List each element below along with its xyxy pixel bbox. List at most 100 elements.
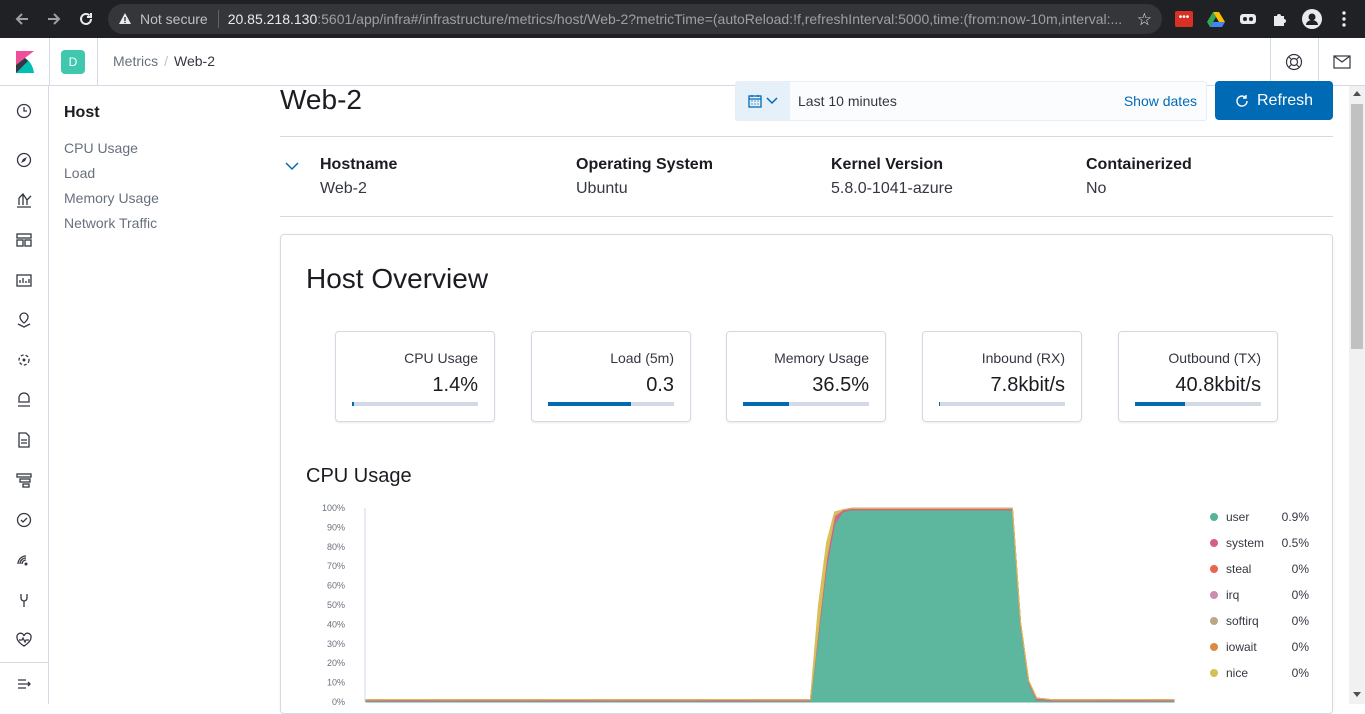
area-series-irq <box>365 507 1175 701</box>
cpu-usage-chart: 100% 90% 80% 70% 60% 50% 40% 30% 20% 10% 0% <box>322 503 1175 707</box>
kibana-logo-icon[interactable] <box>0 38 49 86</box>
stat-bar-track <box>939 402 1065 406</box>
legend-dot <box>1210 513 1218 521</box>
ml-icon[interactable] <box>14 350 34 370</box>
address-bar[interactable]: Not secure 20.85.218.130:5601/app/infra#… <box>108 4 1162 34</box>
scroll-down-arrow[interactable] <box>1353 692 1361 697</box>
stat-bar-fill <box>743 402 789 406</box>
collapse-menu-icon[interactable] <box>14 674 34 694</box>
stat-card-inbound: Inbound (RX) 7.8kbit/s <box>922 331 1082 422</box>
extensions-puzzle-icon[interactable] <box>1269 8 1291 30</box>
legend-label: steal <box>1226 562 1252 576</box>
stat-card-outbound: Outbound (TX) 40.8kbit/s <box>1118 331 1278 422</box>
dashboard-icon[interactable] <box>14 230 34 250</box>
extension-mask-icon[interactable] <box>1237 8 1259 30</box>
extension-red-icon[interactable]: ••• <box>1173 8 1195 30</box>
security-label: Not secure <box>140 11 208 27</box>
meta-value: 5.8.0-1041-azure <box>831 180 953 197</box>
host-side-menu: Host CPU Usage Load Memory Usage Network… <box>64 104 159 236</box>
maps-icon[interactable] <box>14 310 34 330</box>
side-item-memory-usage[interactable]: Memory Usage <box>64 186 159 211</box>
profile-avatar-icon[interactable] <box>1301 8 1323 30</box>
siem-icon[interactable] <box>14 550 34 570</box>
page-title: Web-2 <box>280 84 362 115</box>
apm-icon[interactable] <box>14 470 34 490</box>
legend-value: 0.9% <box>1281 510 1309 524</box>
meta-label: Kernel Version <box>831 156 944 173</box>
time-range-text[interactable]: Last 10 minutes <box>798 93 897 109</box>
visualize-icon[interactable] <box>14 190 34 210</box>
divider <box>280 136 1333 137</box>
legend-dot <box>1210 643 1218 651</box>
side-item-load[interactable]: Load <box>64 161 159 186</box>
canvas-icon[interactable] <box>14 270 34 290</box>
meta-value: Ubuntu <box>576 180 628 197</box>
forward-icon[interactable] <box>38 3 70 35</box>
browser-menu-icon[interactable] <box>1333 8 1355 30</box>
legend-value: 0.5% <box>1281 536 1309 550</box>
scroll-thumb[interactable] <box>1351 104 1363 349</box>
breadcrumb: Metrics / Web-2 <box>113 53 215 69</box>
dev-tools-icon[interactable] <box>14 590 34 610</box>
drive-icon[interactable] <box>1205 8 1227 30</box>
legend-item-iowait[interactable]: iowait 0% <box>1205 637 1315 663</box>
logs-icon[interactable] <box>14 430 34 450</box>
infrastructure-icon[interactable] <box>14 390 34 410</box>
stat-bar-track <box>743 402 869 406</box>
y-tick-label: 70% <box>327 561 345 571</box>
side-item-cpu-usage[interactable]: CPU Usage <box>64 136 159 161</box>
legend-item-nice[interactable]: nice 0% <box>1205 663 1315 689</box>
show-dates-link[interactable]: Show dates <box>1124 93 1197 109</box>
section-title: Host Overview <box>306 263 489 294</box>
refresh-button[interactable]: Refresh <box>1215 81 1333 120</box>
stat-label: Load (5m) <box>610 350 674 366</box>
recent-clock-icon[interactable] <box>14 101 34 121</box>
quick-select-button[interactable] <box>736 82 790 120</box>
area-series-softirq <box>365 507 1175 701</box>
refresh-label: Refresh <box>1256 91 1314 109</box>
side-item-network-traffic[interactable]: Network Traffic <box>64 211 159 236</box>
legend-item-steal[interactable]: steal 0% <box>1205 559 1315 585</box>
legend-value: 0% <box>1291 588 1309 602</box>
y-tick-label: 100% <box>322 503 345 513</box>
browser-toolbar: Not secure 20.85.218.130:5601/app/infra#… <box>0 0 1365 38</box>
legend-item-irq[interactable]: irq 0% <box>1205 585 1315 611</box>
legend-label: softirq <box>1226 614 1259 628</box>
stat-bar-track <box>548 402 674 406</box>
stat-bar-fill <box>939 402 941 406</box>
collapse-chevron-icon[interactable] <box>284 158 300 174</box>
meta-os: Operating System Ubuntu <box>576 156 713 198</box>
legend-label: system <box>1226 536 1265 550</box>
breadcrumb-metrics[interactable]: Metrics <box>113 53 158 69</box>
nav-divider <box>0 662 48 663</box>
stat-label: Memory Usage <box>774 350 869 366</box>
meta-label: Containerized <box>1086 156 1192 173</box>
refresh-icon <box>1236 94 1248 107</box>
legend-item-system[interactable]: system 0.5% <box>1205 533 1315 559</box>
mail-icon[interactable] <box>1331 51 1353 73</box>
space-avatar[interactable]: D <box>61 50 85 74</box>
reload-icon[interactable] <box>70 3 102 35</box>
legend-item-user[interactable]: user 0.9% <box>1205 507 1315 533</box>
chevron-down-icon <box>766 97 778 105</box>
cpu-chart-title: CPU Usage <box>306 465 412 487</box>
uptime-icon[interactable] <box>14 510 34 530</box>
back-icon[interactable] <box>6 3 38 35</box>
stat-value: 40.8kbit/s <box>1175 374 1261 396</box>
stat-bar-track <box>1135 402 1261 406</box>
legend-label: irq <box>1226 588 1240 602</box>
scroll-up-arrow[interactable] <box>1353 91 1361 96</box>
header-divider <box>1270 38 1271 86</box>
stat-card-cpu: CPU Usage 1.4% <box>335 331 495 422</box>
legend-label: nice <box>1226 666 1249 680</box>
warning-icon <box>118 12 132 26</box>
meta-value: No <box>1086 180 1107 197</box>
monitoring-heartbeat-icon[interactable] <box>14 630 34 650</box>
legend-item-softirq[interactable]: softirq 0% <box>1205 611 1315 637</box>
bookmark-star-icon[interactable]: ☆ <box>1137 10 1152 30</box>
meta-kernel: Kernel Version 5.8.0-1041-azure <box>831 156 953 198</box>
page-scrollbar[interactable] <box>1349 86 1365 704</box>
discover-compass-icon[interactable] <box>14 150 34 170</box>
help-icon[interactable] <box>1283 51 1305 73</box>
header-divider <box>1318 38 1319 86</box>
